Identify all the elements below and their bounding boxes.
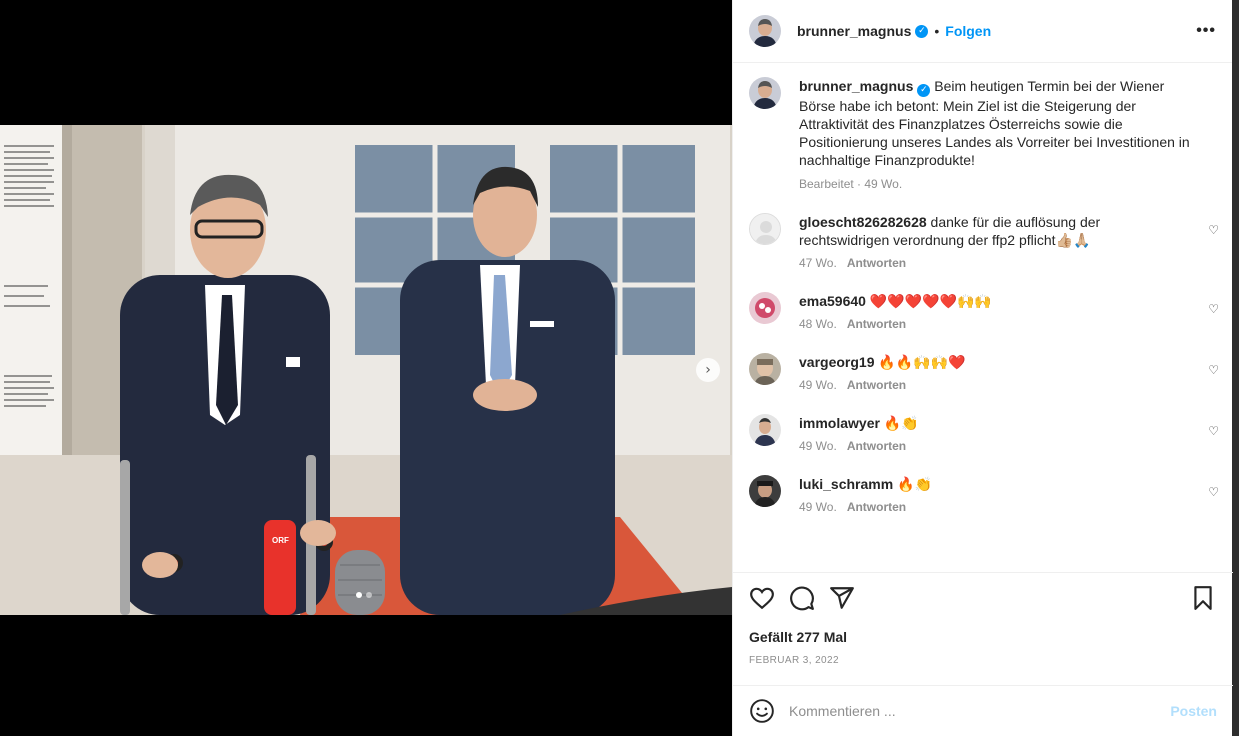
post-caption: brunner_magnus ✓ Beim heutigen Termin bei… (733, 63, 1233, 191)
comment-text: ema59640 ❤️❤️❤️❤️❤️🙌🙌 (799, 292, 1159, 310)
carousel-dots (356, 592, 372, 598)
comment-age: 49 Wo. (799, 439, 837, 453)
commenter-avatar[interactable] (749, 292, 781, 324)
comment-age: 49 Wo. (799, 500, 837, 514)
comment-text: luki_schramm 🔥👏 (799, 475, 1159, 493)
reply-button[interactable]: Antworten (847, 317, 906, 331)
verified-badge-icon: ✓ (915, 24, 929, 38)
header-separator: • (934, 23, 940, 39)
author-username[interactable]: brunner_magnus (797, 23, 911, 39)
comment-item: luki_schramm 🔥👏 49 Wo. Antworten ♡ (733, 475, 1233, 514)
comment-body: 🔥👏 (883, 415, 919, 431)
comment-meta: 49 Wo. Antworten (799, 439, 1159, 453)
commenter-avatar[interactable] (749, 353, 781, 385)
reply-button[interactable]: Antworten (847, 500, 906, 514)
commenter-avatar[interactable] (749, 414, 781, 446)
comment-like-heart-icon[interactable]: ♡ (1208, 223, 1219, 237)
emoji-icon[interactable] (749, 698, 775, 724)
comment-icon[interactable] (789, 585, 815, 611)
next-image-button[interactable]: › (696, 358, 720, 382)
comment-text: vargeorg19 🔥🔥🙌🙌❤️ (799, 353, 1159, 371)
commenter-avatar[interactable] (749, 213, 781, 245)
chevron-right-icon: › (705, 362, 711, 378)
author-avatar[interactable] (749, 15, 781, 47)
comment-meta: 49 Wo. Antworten (799, 500, 1159, 514)
more-options-icon[interactable]: ••• (1196, 22, 1216, 40)
comment-meta: 48 Wo. Antworten (799, 317, 1159, 331)
carousel-dot (366, 592, 372, 598)
author-avatar[interactable] (749, 77, 781, 109)
comment-meta: 49 Wo. Antworten (799, 378, 1159, 392)
comment-body: 🔥🔥🙌🙌❤️ (878, 354, 966, 370)
post-date[interactable]: FEBRUAR 3, 2022 (749, 655, 839, 666)
commenter-avatar[interactable] (749, 475, 781, 507)
post-actions (749, 585, 1216, 611)
comment-like-heart-icon[interactable]: ♡ (1208, 363, 1219, 377)
verified-badge-icon: ✓ (917, 84, 931, 97)
reply-button[interactable]: Antworten (847, 256, 906, 270)
comment-age: 49 Wo. (799, 378, 837, 392)
caption-text: brunner_magnus ✓ Beim heutigen Termin bei… (799, 77, 1199, 169)
post-side-panel: brunner_magnus ✓ • Folgen ••• brunner_ma… (732, 0, 1233, 736)
commenter-username[interactable]: vargeorg19 (799, 354, 874, 370)
comment-like-heart-icon[interactable]: ♡ (1208, 485, 1219, 499)
post-comment-button[interactable]: Posten (1170, 703, 1217, 719)
comment-text: gloescht826282628 danke für die auflösun… (799, 213, 1159, 249)
bookmark-icon[interactable] (1190, 585, 1216, 611)
caption-author[interactable]: brunner_magnus (799, 78, 913, 94)
photo-illustration: ORF (0, 125, 732, 615)
comment-age: 48 Wo. (799, 317, 837, 331)
comment-meta: 47 Wo. Antworten (799, 256, 1159, 270)
comment-body: 🔥👏 (897, 476, 932, 492)
comment-text: immolawyer 🔥👏 (799, 414, 1159, 432)
heart-icon[interactable] (749, 585, 775, 611)
caption-meta: Bearbeitet · 49 Wo. (799, 177, 903, 191)
follow-button[interactable]: Folgen (945, 23, 991, 39)
comment-like-heart-icon[interactable]: ♡ (1208, 424, 1219, 438)
post-media: ORF › (0, 0, 732, 736)
comments-list[interactable]: brunner_magnus ✓ Beim heutigen Termin bei… (733, 63, 1233, 573)
share-icon[interactable] (829, 585, 855, 611)
post-photo[interactable]: ORF (0, 125, 732, 615)
commenter-username[interactable]: gloescht826282628 (799, 214, 927, 230)
orf-mic-logo: ORF (272, 536, 289, 545)
comment-like-heart-icon[interactable]: ♡ (1208, 302, 1219, 316)
reply-button[interactable]: Antworten (847, 378, 906, 392)
commenter-username[interactable]: luki_schramm (799, 476, 893, 492)
comment-item: immolawyer 🔥👏 49 Wo. Antworten ♡ (733, 414, 1233, 453)
post-header: brunner_magnus ✓ • Folgen ••• (733, 0, 1232, 63)
comment-item: ema59640 ❤️❤️❤️❤️❤️🙌🙌 48 Wo. Antworten ♡ (733, 292, 1233, 331)
comment-age: 47 Wo. (799, 256, 837, 270)
reply-button[interactable]: Antworten (847, 439, 906, 453)
comment-item: gloescht826282628 danke für die auflösun… (733, 213, 1233, 270)
comment-body: ❤️❤️❤️❤️❤️🙌🙌 (869, 293, 992, 309)
commenter-username[interactable]: immolawyer (799, 415, 880, 431)
commenter-username[interactable]: ema59640 (799, 293, 866, 309)
comment-item: vargeorg19 🔥🔥🙌🙌❤️ 49 Wo. Antworten ♡ (733, 353, 1233, 392)
likes-count[interactable]: Gefällt 277 Mal (749, 629, 847, 645)
carousel-dot-active (356, 592, 362, 598)
comment-composer: Posten (733, 685, 1233, 736)
comment-input[interactable] (789, 703, 1149, 719)
